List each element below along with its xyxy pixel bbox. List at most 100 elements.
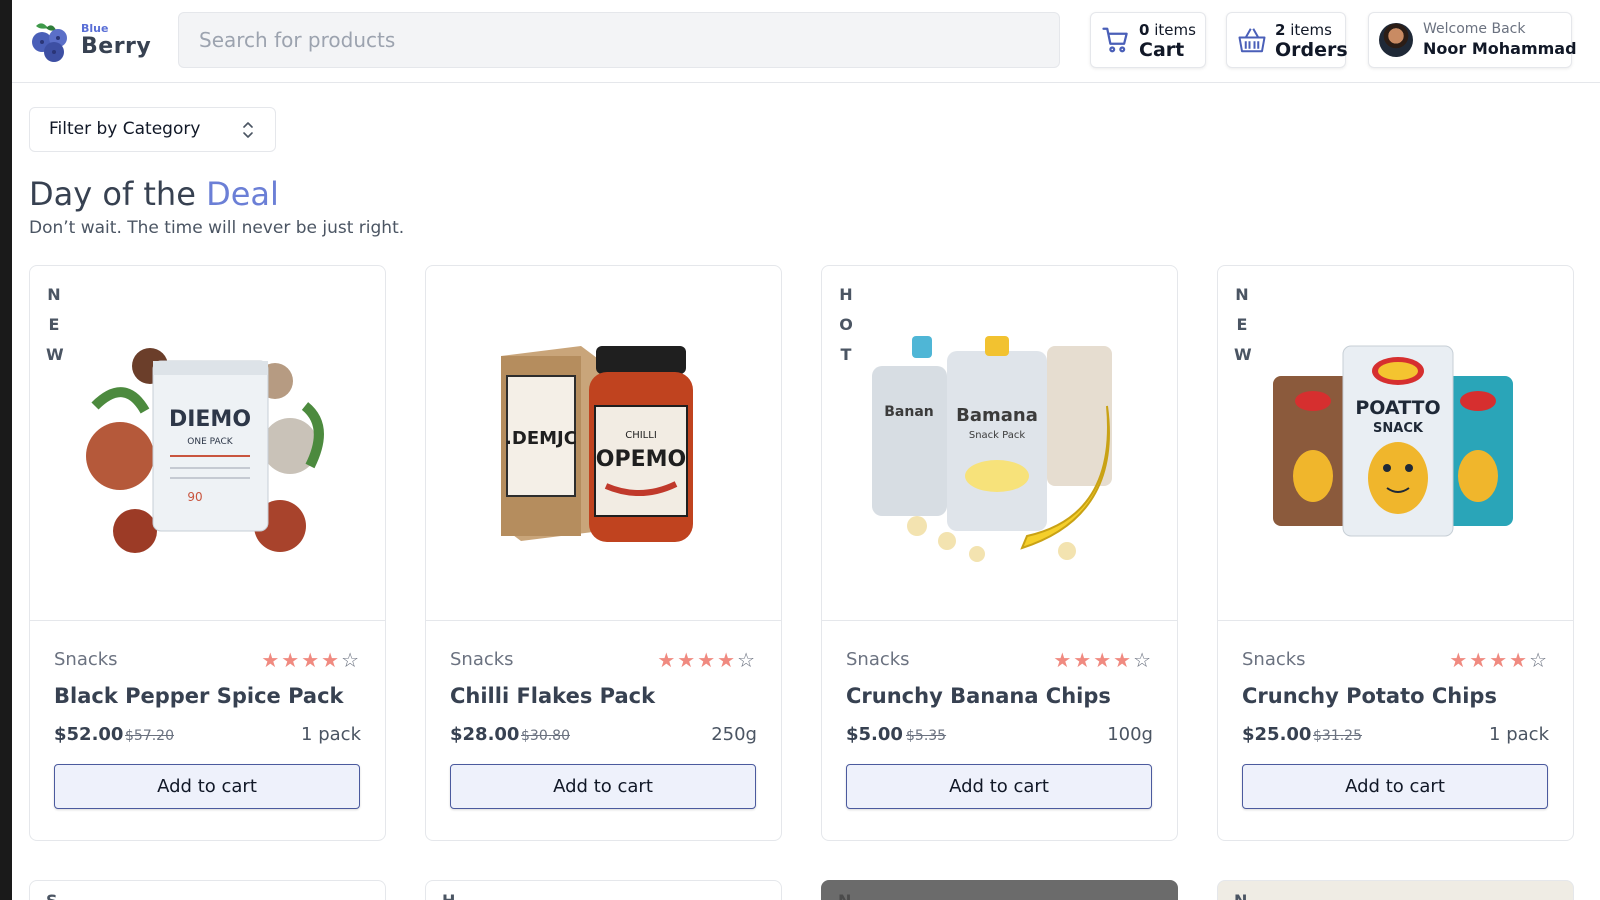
product-name[interactable]: Crunchy Potato Chips <box>1242 684 1497 708</box>
badge-letter: O <box>839 315 853 334</box>
product-name[interactable]: Chilli Flakes Pack <box>450 684 655 708</box>
product-card[interactable]: N E W POATTO SNACK Snacks ★★★★☆ Crunchy … <box>1217 265 1574 841</box>
chilli-jar-image: .DEMJC OPEMO CHILLI <box>501 346 693 542</box>
add-to-cart-button[interactable]: Add to cart <box>846 764 1152 809</box>
star-filled-icon: ★ <box>261 648 282 672</box>
potato-chips-image: POATTO SNACK <box>1273 345 1513 537</box>
star-rating: ★★★★☆ <box>261 648 361 672</box>
add-to-cart-button[interactable]: Add to cart <box>54 764 360 809</box>
svg-text:POATTO: POATTO <box>1355 397 1440 419</box>
svg-text:Bamana: Bamana <box>956 405 1038 426</box>
product-price: $25.00 <box>1242 724 1312 745</box>
orders-count: 2 <box>1275 21 1286 39</box>
star-filled-icon: ★ <box>301 648 322 672</box>
product-old-price: $5.35 <box>906 728 947 744</box>
brand-name: Berry <box>81 34 152 59</box>
badge-letter: N <box>47 285 61 304</box>
product-card[interactable]: N <box>821 880 1178 900</box>
cart-icon <box>1102 27 1128 53</box>
user-profile-button[interactable]: Welcome Back Noor Mohammad <box>1368 12 1577 68</box>
brand-logo[interactable]: Blue Berry <box>28 18 158 62</box>
product-name[interactable]: Black Pepper Spice Pack <box>54 684 343 708</box>
star-filled-icon: ★ <box>1469 648 1490 672</box>
product-category: Snacks <box>450 649 514 670</box>
new-badge: N E W <box>46 280 64 370</box>
hot-badge: H O T <box>838 280 854 370</box>
product-unit: 250g <box>711 724 757 745</box>
star-filled-icon: ★ <box>697 648 718 672</box>
product-price: $52.00 <box>54 724 124 745</box>
product-category: Snacks <box>1242 649 1306 670</box>
product-image[interactable]: .DEMJC OPEMO CHILLI <box>426 266 781 621</box>
star-empty-icon: ☆ <box>1133 648 1153 672</box>
product-image[interactable]: N E W POATTO SNACK <box>1218 266 1573 621</box>
badge-letter: N <box>1235 285 1249 304</box>
banana-chips-image: Bamana Snack Pack Banan <box>872 336 1112 562</box>
product-category: Snacks <box>54 649 118 670</box>
top-header: Blue Berry 0 items Cart 2 items Orders <box>12 0 1600 83</box>
product-card[interactable]: N <box>1217 880 1574 900</box>
star-rating: ★★★★☆ <box>1449 648 1549 672</box>
product-unit: 100g <box>1107 724 1153 745</box>
star-filled-icon: ★ <box>1113 648 1134 672</box>
orders-label: Orders <box>1275 39 1348 61</box>
product-old-price: $57.20 <box>125 728 174 744</box>
add-to-cart-button[interactable]: Add to cart <box>450 764 756 809</box>
star-empty-icon: ☆ <box>1529 648 1549 672</box>
cart-button[interactable]: 0 items Cart <box>1090 12 1206 68</box>
svg-text:.DEMJC: .DEMJC <box>505 428 577 449</box>
star-rating: ★★★★☆ <box>1053 648 1153 672</box>
svg-text:ONE PACK: ONE PACK <box>187 437 233 447</box>
new-badge: N E W <box>1234 280 1252 370</box>
add-to-cart-button[interactable]: Add to cart <box>1242 764 1548 809</box>
product-card[interactable]: N E W DIEMO ONE PACK 90 Snacks ★★★★☆ Bla… <box>29 265 386 841</box>
search-input[interactable] <box>178 12 1060 68</box>
chevron-up-down-icon <box>243 122 253 138</box>
product-card[interactable]: H O T Bamana Snack Pack Banan Snacks ★★★… <box>821 265 1178 841</box>
section-title-accent: Deal <box>206 175 279 213</box>
user-name: Noor Mohammad <box>1423 39 1577 58</box>
star-filled-icon: ★ <box>677 648 698 672</box>
star-rating: ★★★★☆ <box>657 648 757 672</box>
spice-pack-image: DIEMO ONE PACK 90 <box>86 348 324 553</box>
product-name[interactable]: Crunchy Banana Chips <box>846 684 1111 708</box>
badge-letter: E <box>48 315 60 334</box>
welcome-text: Welcome Back <box>1423 21 1526 37</box>
avatar <box>1379 23 1413 57</box>
product-category: Snacks <box>846 649 910 670</box>
svg-text:DIEMO: DIEMO <box>169 407 251 432</box>
badge-letter: H <box>839 285 853 304</box>
category-filter-select[interactable]: Filter by Category <box>29 107 276 152</box>
star-filled-icon: ★ <box>717 648 738 672</box>
cart-count-line: 0 items <box>1139 21 1196 39</box>
product-image[interactable]: H O T Bamana Snack Pack Banan <box>822 266 1177 621</box>
section-title-main: Day of the <box>29 175 207 213</box>
section-title: Day of the Deal <box>29 175 279 213</box>
star-empty-icon: ☆ <box>737 648 757 672</box>
svg-text:Snack Pack: Snack Pack <box>969 430 1025 441</box>
basket-icon <box>1238 28 1266 53</box>
cart-label: Cart <box>1139 39 1185 61</box>
product-card[interactable]: S <box>29 880 386 900</box>
star-filled-icon: ★ <box>657 648 678 672</box>
product-old-price: $31.25 <box>1313 728 1362 744</box>
badge-letter: E <box>1236 315 1248 334</box>
badge-letter: H <box>442 891 455 900</box>
orders-count-suffix: items <box>1285 21 1332 39</box>
page: Blue Berry 0 items Cart 2 items Orders <box>12 0 1600 900</box>
product-price: $28.00 <box>450 724 520 745</box>
svg-text:CHILLI: CHILLI <box>625 430 657 441</box>
product-price: $5.00 <box>846 724 903 745</box>
filter-label: Filter by Category <box>49 119 201 139</box>
star-filled-icon: ★ <box>1073 648 1094 672</box>
badge-letter: T <box>840 345 852 364</box>
product-image[interactable]: N E W DIEMO ONE PACK 90 <box>30 266 385 621</box>
star-filled-icon: ★ <box>281 648 302 672</box>
cart-count: 0 <box>1139 21 1150 39</box>
product-card[interactable]: .DEMJC OPEMO CHILLI Snacks ★★★★☆ Chilli … <box>425 265 782 841</box>
cart-count-suffix: items <box>1149 21 1196 39</box>
product-card[interactable]: H <box>425 880 782 900</box>
star-filled-icon: ★ <box>1053 648 1074 672</box>
orders-button[interactable]: 2 items Orders <box>1226 12 1348 68</box>
star-filled-icon: ★ <box>1093 648 1114 672</box>
